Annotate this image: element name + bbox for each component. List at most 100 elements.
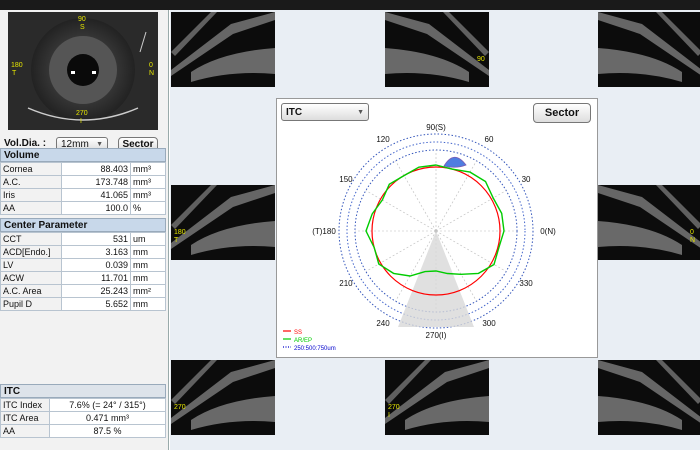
oct-angle-label: T — [174, 237, 179, 244]
angle-label: 210 — [339, 279, 353, 288]
table-row: Iris 41.065 mm³ — [0, 188, 166, 202]
row-label: AA — [0, 201, 62, 215]
row-label: A.C. Area — [0, 284, 62, 298]
center-param-header: Center Parameter — [0, 218, 166, 232]
row-unit: mm — [130, 245, 166, 259]
center-param-table: CCT 531 um ACD[Endo.] 3.163 mm LV 0.039 mm ACW 11.… — [0, 232, 166, 311]
eye-label-bottom: 270 — [76, 110, 88, 117]
row-value: 0.039 — [61, 258, 131, 272]
row-label: AA — [0, 424, 50, 438]
table-row: LV 0.039 mm — [0, 258, 166, 272]
angle-label: 90(S) — [426, 123, 446, 132]
itc-shadow-wedge — [398, 231, 474, 327]
oct-scan-image[interactable]: 0N — [598, 185, 700, 260]
row-value: 25.243 — [61, 284, 131, 298]
row-value: 87.5 % — [49, 424, 166, 438]
table-row: ITC Index 7.6% (= 24° / 315°) — [0, 398, 166, 412]
row-unit: mm² — [130, 284, 166, 298]
table-row: CCT 531 um — [0, 232, 166, 246]
row-value: 41.065 — [61, 188, 131, 202]
oct-angle-label: N — [690, 237, 696, 244]
row-value: 3.163 — [61, 245, 131, 259]
row-unit: mm — [130, 258, 166, 272]
row-label: Cornea — [0, 162, 62, 176]
oct-scan-image[interactable]: 270 — [171, 360, 275, 435]
angle-label: 270(I) — [426, 331, 447, 340]
row-unit: mm³ — [130, 175, 166, 189]
angle-label: 330 — [519, 279, 533, 288]
oct-angle-label: 270 — [388, 404, 400, 411]
oct-scan-image[interactable]: 90 — [385, 12, 489, 87]
table-row: ACW 11.701 mm — [0, 271, 166, 285]
angle-label: 300 — [482, 319, 496, 328]
eye-label-right-n: N — [149, 70, 155, 77]
table-row: AA 100.0% — [0, 201, 166, 215]
eye-label-bottom-i: I — [80, 118, 82, 125]
sector-spoke — [395, 160, 437, 232]
row-label: ACD[Endo.] — [0, 245, 62, 259]
volume-header: Volume — [0, 148, 166, 162]
eye-label-top: 90 — [78, 16, 86, 23]
row-value: 5.652 — [61, 297, 131, 311]
angle-label: 150 — [339, 175, 353, 184]
row-label: CCT — [0, 232, 62, 246]
volume-table: Cornea 88.403 mm³ A.C. 173.748 mm³ Iris 41.065 m… — [0, 162, 166, 215]
row-unit: % — [130, 201, 166, 215]
oct-angle-label: I — [388, 412, 390, 419]
oct-scan-image[interactable] — [598, 12, 700, 87]
top-bar — [0, 0, 700, 10]
sector-spoke — [435, 190, 507, 232]
sector-spoke — [365, 190, 437, 232]
row-unit: um — [130, 232, 166, 246]
table-row: ACD[Endo.] 3.163 mm — [0, 245, 166, 259]
row-label: Pupil D — [0, 297, 62, 311]
row-unit: mm³ — [130, 162, 166, 176]
row-label: ITC Index — [0, 398, 50, 412]
row-label: ACW — [0, 271, 62, 285]
row-unit: mm³ — [130, 188, 166, 202]
oct-scan-image[interactable] — [171, 12, 275, 87]
table-row: A.C. 173.748 mm³ — [0, 175, 166, 189]
angle-label: 0(N) — [540, 227, 556, 236]
row-unit: mm — [130, 297, 166, 311]
table-row: Cornea 88.403 mm³ — [0, 162, 166, 176]
table-row: A.C. Area 25.243 mm² — [0, 284, 166, 298]
polar-chart: 90(S) 60 30 0(N) 330 300 270(I) 240 210 (T)180 150… — [283, 123, 556, 352]
eye-label-left-t: T — [12, 70, 17, 77]
polar-panel: ITC ▼ Sector 90(S) 60 30 0(N) 330 300 270(I) 24… — [276, 98, 598, 358]
oct-angle-label: 90 — [477, 56, 485, 63]
row-unit: mm — [130, 271, 166, 285]
row-value: 11.701 — [61, 271, 131, 285]
eye-label-left: 180 — [11, 62, 23, 69]
oct-scan-image[interactable]: 270 I — [385, 360, 489, 435]
row-value: 0.471 mm³ — [49, 411, 166, 425]
table-row: AA 87.5 % — [0, 424, 166, 438]
row-value: 88.403 — [61, 162, 131, 176]
oct-angle-label: 270 — [174, 404, 186, 411]
row-value: 531 — [61, 232, 131, 246]
oct-scan-image[interactable]: 180 T — [171, 185, 275, 260]
oct-angle-label: 0 — [690, 229, 694, 236]
itc-header: ITC — [0, 384, 166, 398]
legend-label: SS — [294, 330, 302, 336]
left-panel: 90 S 180 T 0 N 270 I Vol.Dia. : 12mm ▼ S… — [0, 10, 169, 450]
row-value: 173.748 — [61, 175, 131, 189]
row-label: LV — [0, 258, 62, 272]
anterior-eye-image: 90 S 180 T 0 N 270 I — [8, 12, 158, 130]
oct-scan-image[interactable] — [598, 360, 700, 435]
row-value: 7.6% (= 24° / 315°) — [49, 398, 166, 412]
eye-label-top-s: S — [80, 24, 85, 31]
table-row: ITC Area 0.471 mm³ — [0, 411, 166, 425]
angle-label: 240 — [376, 319, 390, 328]
eye-label-right: 0 — [149, 62, 153, 69]
angle-label: 60 — [485, 135, 494, 144]
angle-label: 30 — [522, 175, 531, 184]
angle-label: (T)180 — [312, 227, 336, 236]
row-label: A.C. — [0, 175, 62, 189]
row-label: Iris — [0, 188, 62, 202]
row-label: ITC Area — [0, 411, 50, 425]
table-row: Pupil D 5.652 mm — [0, 297, 166, 311]
itc-table: ITC Index 7.6% (= 24° / 315°) ITC Area 0.47… — [0, 398, 166, 438]
legend-label: AR/EP — [294, 338, 312, 344]
itc-closure-area — [443, 156, 467, 168]
